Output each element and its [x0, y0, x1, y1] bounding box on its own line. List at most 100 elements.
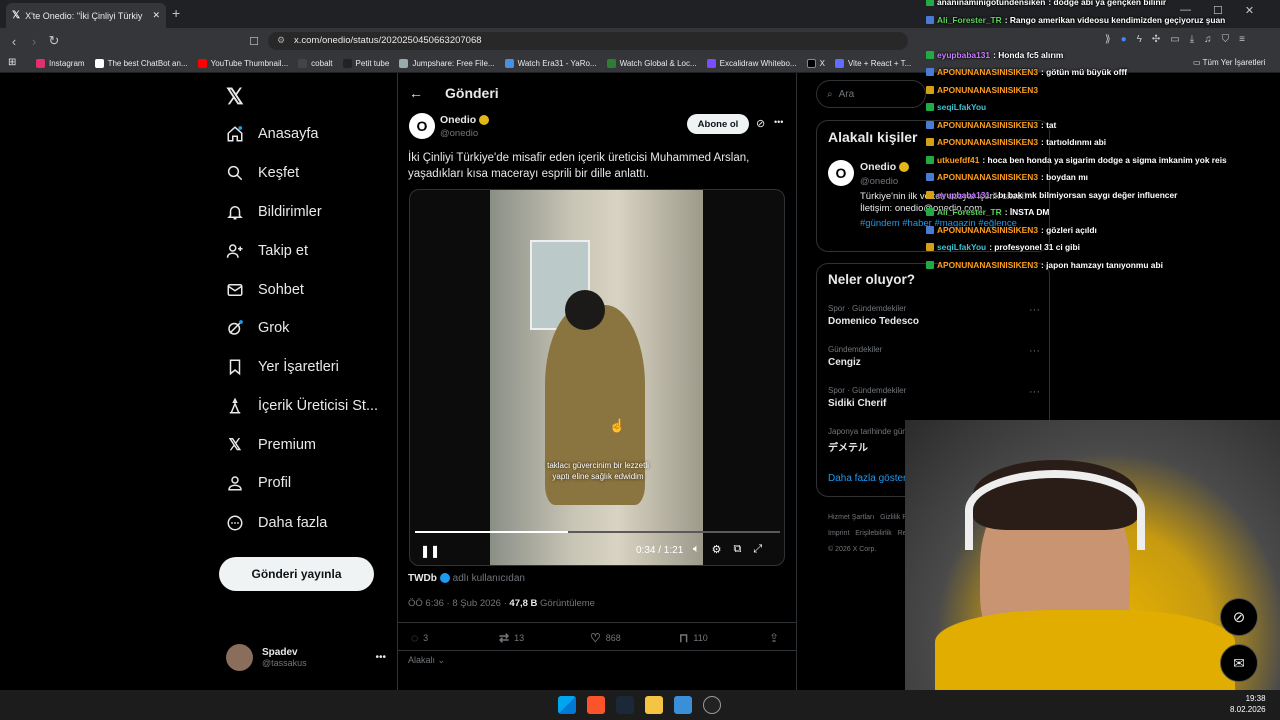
like-button[interactable]: ♡ 868 — [590, 631, 621, 645]
trend-item[interactable]: Spor · Gündemdekiler Domenico Tedesco ··· — [828, 304, 1040, 327]
bookmark-item[interactable]: YouTube Thumbnail... — [197, 58, 288, 68]
person-icon — [226, 474, 244, 492]
trend-item[interactable]: Gündemdekiler Cengiz ··· — [828, 345, 1040, 368]
fullscreen-icon[interactable]: ⤢ — [753, 543, 762, 556]
author-handle: @onedio — [440, 128, 479, 139]
bookmark-item[interactable]: Excalidraw Whitebo... — [706, 58, 797, 68]
sidebar-toggle-icon[interactable]: ▭ — [1170, 34, 1179, 45]
system-clock[interactable]: 19:38 8.02.2026 — [1230, 693, 1266, 715]
extensions-puzzle-icon[interactable]: ✣ — [1152, 34, 1160, 45]
post-button[interactable]: Gönderi yayınla — [219, 557, 374, 591]
new-tab-button[interactable]: + — [172, 5, 180, 21]
nav-chat[interactable]: Sohbet — [226, 275, 304, 305]
more-icon[interactable]: ••• — [774, 117, 783, 127]
bookmark-item[interactable]: cobalt — [298, 58, 333, 68]
subscribe-button[interactable]: Abone ol — [687, 114, 749, 134]
media-icon[interactable]: ♫ — [1204, 34, 1212, 45]
translate-icon[interactable]: ⟫ — [1105, 34, 1111, 45]
volume-icon[interactable]: 🔈︎ — [693, 543, 700, 556]
bookmark-item[interactable]: The best ChatBot an... — [94, 58, 188, 68]
nav-home[interactable]: Anasayfa — [226, 119, 318, 149]
video-progress-bar[interactable] — [415, 531, 780, 533]
chat-username: Ali_Forester_TR — [937, 207, 1002, 217]
bookmark-item[interactable]: Instagram — [36, 58, 85, 68]
source-name: TWDb — [408, 573, 437, 584]
related-name-row[interactable]: Onedio — [860, 161, 910, 173]
video-player[interactable]: taklacı güvercinim bir lezzetli yaptı el… — [409, 189, 785, 566]
mail-icon — [226, 281, 244, 299]
nav-more[interactable]: Daha fazla — [226, 508, 327, 538]
show-more-link[interactable]: Daha fazla göster — [828, 473, 906, 484]
chat-badge-icon — [926, 68, 934, 76]
bookmark-button[interactable]: ⊓ 110 — [679, 631, 708, 645]
nav-explore[interactable]: Keşfet — [226, 158, 299, 188]
x-logo-icon[interactable]: 𝕏 — [226, 84, 244, 110]
close-window-button[interactable]: ✕ — [1245, 4, 1254, 17]
nav-notifications[interactable]: Bildirimler — [226, 197, 322, 227]
forward-icon[interactable]: › — [24, 31, 44, 51]
author-avatar[interactable]: O — [409, 113, 435, 139]
apps-grid-icon[interactable]: ⊞ — [8, 57, 16, 68]
trend-item[interactable]: Spor · Gündemdekiler Sidiki Cherif ··· — [828, 386, 1040, 409]
reply-button[interactable]: ◌ 3 — [411, 631, 428, 645]
repost-button[interactable]: ⇄ 13 — [499, 631, 524, 645]
author-name-row[interactable]: Onedio — [440, 114, 490, 126]
browser-tab[interactable]: 𝕏 X'te Onedio: "İki Çinliyi Türkiy ✕ — [6, 3, 166, 28]
more-icon[interactable]: ··· — [1029, 386, 1040, 398]
site-info-icon[interactable]: ⚙ — [277, 35, 285, 46]
reload-icon[interactable]: ↻ — [44, 31, 64, 51]
home-icon — [226, 125, 244, 143]
pause-icon[interactable]: ❚❚ — [420, 544, 440, 558]
all-bookmarks[interactable]: ▭ Tüm Yer İşaretleri — [1193, 58, 1265, 67]
back-icon[interactable]: ‹ — [4, 31, 24, 51]
nav-grok[interactable]: Grok — [226, 313, 289, 343]
pip-icon[interactable]: ⧉ — [733, 543, 741, 556]
more-icon[interactable]: ··· — [1029, 345, 1040, 357]
author-name: Onedio — [440, 114, 477, 126]
bookmark-page-icon[interactable]: ☐ — [244, 31, 264, 51]
account-switcher[interactable]: Spadev @tassakus ••• — [226, 644, 386, 671]
windows-start-icon[interactable] — [558, 696, 576, 714]
taskbar: 19:38 8.02.2026 — [0, 690, 1280, 720]
settings-gear-icon[interactable]: ⚙ — [712, 543, 722, 556]
app-icon[interactable] — [674, 696, 692, 714]
nav-premium[interactable]: 𝕏 Premium — [226, 430, 316, 460]
menu-icon[interactable]: ≡ — [1239, 34, 1245, 45]
messages-floating-button[interactable]: ✉ — [1220, 644, 1258, 682]
extension-blue-icon[interactable]: ● — [1121, 34, 1127, 45]
grok-explain-icon[interactable]: ⊘ — [756, 117, 765, 130]
extension-icon[interactable]: ϟ — [1137, 34, 1142, 45]
bookmark-item[interactable]: Watch Global & Loc... — [606, 58, 697, 68]
grok-floating-button[interactable]: ⊘ — [1220, 598, 1258, 636]
downloads-icon[interactable]: ⤓ — [1190, 34, 1194, 45]
shield-icon[interactable]: ⛉ — [1222, 34, 1230, 45]
nav-profile[interactable]: Profil — [226, 468, 291, 498]
nav-follow[interactable]: Takip et — [226, 236, 308, 266]
close-tab-icon[interactable]: ✕ — [152, 10, 160, 21]
back-arrow-icon[interactable]: ← — [409, 85, 423, 101]
chat-message: Ali_Forester_TR: Rango amerikan videosu … — [926, 15, 1225, 25]
reply-sort[interactable]: Alakalı ⌄ — [408, 655, 445, 666]
share-icon[interactable]: ⇪ — [769, 631, 779, 645]
related-avatar[interactable]: O — [828, 160, 854, 186]
url-field[interactable]: ⚙ x.com/onedio/status/202025045066320706… — [268, 32, 908, 50]
chat-text: : boydan mı — [1040, 172, 1088, 182]
more-icon[interactable]: ••• — [375, 652, 386, 663]
mail-icon: ✉ — [1233, 654, 1245, 671]
bookmark-item[interactable]: Jumpshare: Free File... — [399, 58, 495, 68]
obs-icon[interactable] — [703, 696, 721, 714]
nav-creator-studio[interactable]: İçerik Üreticisi St... — [226, 391, 378, 421]
brave-browser-icon[interactable] — [587, 696, 605, 714]
chat-badge-icon — [926, 50, 934, 59]
steam-icon[interactable] — [616, 696, 634, 714]
search-box[interactable]: ⌕ Ara — [816, 80, 926, 108]
video-source[interactable]: TWDb adlı kullanıcıdan — [408, 573, 525, 584]
bookmark-item[interactable]: X — [806, 58, 825, 68]
nav-bookmarks[interactable]: Yer İşaretleri — [226, 352, 339, 382]
bookmark-item[interactable]: Petit tube — [342, 58, 389, 68]
file-explorer-icon[interactable] — [645, 696, 663, 714]
more-icon[interactable]: ··· — [1029, 304, 1040, 316]
bookmark-item[interactable]: Vite + React + T... — [834, 58, 911, 68]
bookmark-item[interactable]: Watch Era31 - YaRo... — [504, 58, 597, 68]
chat-message: APONUNANASINISIKEN3 — [926, 85, 1041, 95]
